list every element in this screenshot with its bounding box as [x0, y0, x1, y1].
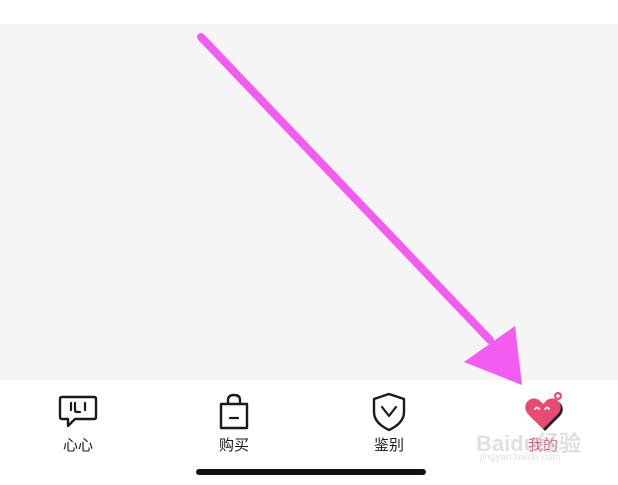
heart-face-icon: [525, 392, 563, 431]
home-indicator: [196, 469, 426, 475]
tab-wode[interactable]: 我的: [503, 390, 583, 456]
tab-goumai[interactable]: 购买: [194, 390, 274, 456]
tab-jianbie[interactable]: 鉴别: [349, 390, 429, 456]
chat-bubble-face-icon: [58, 395, 98, 428]
tab-wode-label: 我的: [527, 436, 558, 454]
shopping-bag-icon: [219, 393, 249, 430]
shield-check-icon: [372, 392, 406, 432]
app-screen: 心心 购买 鉴别 我的 Baidu经验 jingyan.baidu.com: [0, 0, 618, 485]
tab-xinxin[interactable]: 心心: [38, 390, 118, 456]
content-area[interactable]: [0, 24, 618, 380]
tab-xinxin-label: 心心: [62, 436, 93, 454]
tab-jianbie-label: 鉴别: [373, 436, 404, 454]
tab-goumai-label: 购买: [218, 436, 249, 454]
top-strip: [0, 0, 618, 24]
